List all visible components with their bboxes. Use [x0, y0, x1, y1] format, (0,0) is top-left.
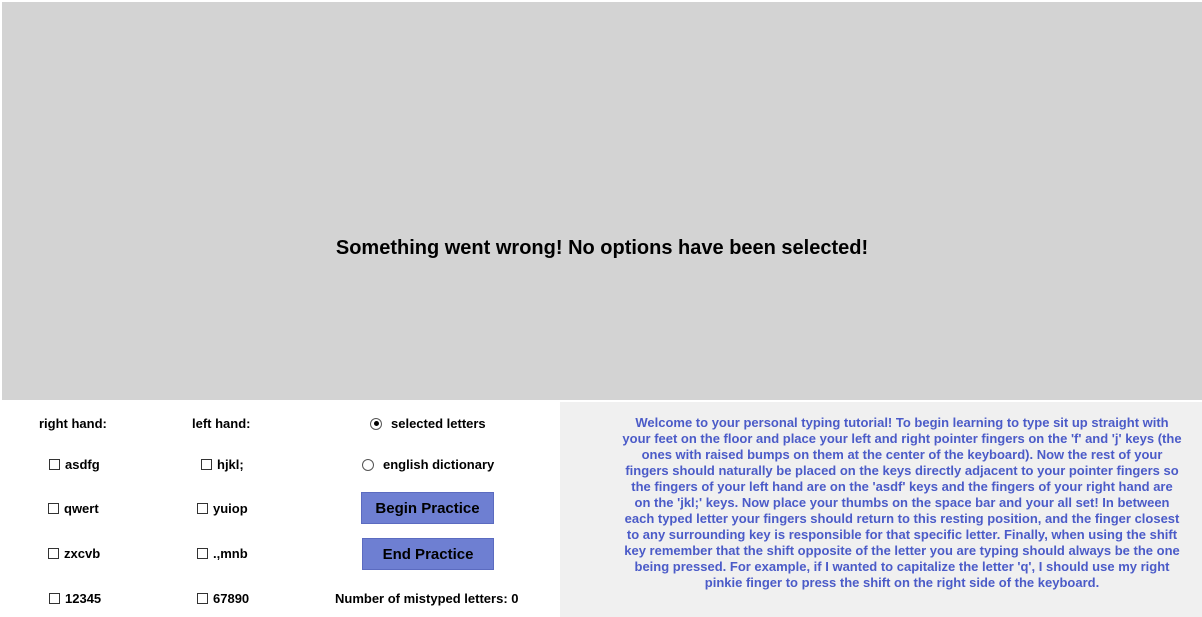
option-label: qwert: [64, 501, 99, 516]
tutorial-panel: Welcome to your personal typing tutorial…: [560, 402, 1202, 617]
left-hand-heading: left hand:: [192, 416, 251, 431]
radio-button[interactable]: [370, 417, 382, 430]
mode-english-dictionary[interactable]: english dictionary: [362, 457, 494, 472]
left-hand-option-mnb[interactable]: .,mnb: [197, 546, 248, 561]
checkbox[interactable]: [197, 548, 208, 559]
checkbox[interactable]: [197, 593, 208, 604]
option-label: 67890: [213, 591, 250, 606]
typing-display: Something went wrong! No options have be…: [2, 2, 1202, 400]
option-label: english dictionary: [383, 457, 495, 472]
mistyped-letters-count: Number of mistyped letters: 0: [335, 591, 519, 606]
right-hand-option-12345[interactable]: 12345: [49, 591, 101, 606]
begin-practice-button[interactable]: Begin Practice: [361, 492, 494, 524]
display-message: Something went wrong! No options have be…: [335, 237, 869, 259]
option-label: 12345: [65, 591, 102, 606]
right-hand-option-asdfg[interactable]: asdfg: [49, 457, 100, 472]
right-hand-heading: right hand:: [39, 416, 107, 431]
right-hand-option-zxcvb[interactable]: zxcvb: [48, 546, 100, 561]
right-hand-option-qwert[interactable]: qwert: [48, 501, 99, 516]
practice-controls: right hand: asdfg qwert zxcvb 12345 left…: [0, 402, 560, 617]
option-label: .,mnb: [213, 546, 248, 561]
option-label: hjkl;: [217, 457, 244, 472]
option-label: yuiop: [213, 501, 248, 516]
radio-button[interactable]: [362, 458, 374, 471]
left-hand-option-yuiop[interactable]: yuiop: [197, 501, 248, 516]
tutorial-instructions: Welcome to your personal typing tutorial…: [622, 415, 1182, 590]
checkbox[interactable]: [48, 548, 59, 559]
checkbox[interactable]: [49, 593, 60, 604]
left-hand-option-67890[interactable]: 67890: [197, 591, 249, 606]
end-practice-button[interactable]: End Practice: [362, 538, 494, 570]
checkbox[interactable]: [49, 459, 60, 470]
left-hand-option-hjkl[interactable]: hjkl;: [201, 457, 244, 472]
option-label: asdfg: [65, 457, 100, 472]
mode-selected-letters[interactable]: selected letters: [370, 416, 486, 431]
option-label: selected letters: [391, 416, 486, 431]
option-label: zxcvb: [64, 546, 101, 561]
checkbox[interactable]: [48, 503, 59, 514]
checkbox[interactable]: [197, 503, 208, 514]
checkbox[interactable]: [201, 459, 212, 470]
